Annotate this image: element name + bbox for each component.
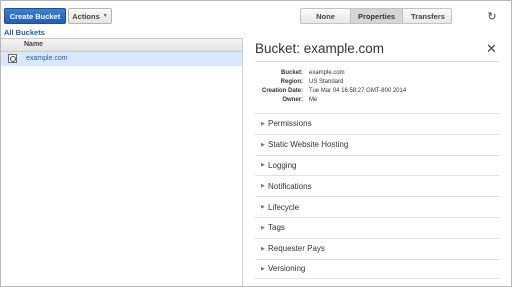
section-requester-pays[interactable]: ▶ Requester Pays — [255, 237, 499, 259]
property-row: Owner: Me — [243, 97, 511, 106]
refresh-icon[interactable]: ↻ — [485, 9, 499, 23]
section-label: Static Website Hosting — [268, 140, 349, 150]
divider — [255, 61, 499, 62]
table-row[interactable]: example.com — [1, 52, 242, 66]
actions-dropdown-button[interactable]: Actions ▼ — [68, 8, 112, 24]
chevron-right-icon: ▶ — [261, 120, 265, 127]
tab-properties[interactable]: Properties — [351, 9, 403, 23]
property-label: Owner: — [282, 97, 303, 103]
create-bucket-button[interactable]: Create Bucket — [4, 8, 66, 24]
section-permissions[interactable]: ▶ Permissions — [255, 113, 499, 134]
chevron-right-icon: ▶ — [261, 245, 265, 252]
chevron-right-icon: ▶ — [261, 224, 265, 231]
section-label: Permissions — [268, 119, 312, 129]
property-label: Creation Date: — [261, 88, 303, 94]
section-label: Requester Pays — [268, 244, 325, 254]
chevron-right-icon: ▶ — [261, 265, 265, 272]
section-lifecycle[interactable]: ▶ Lifecycle — [255, 196, 499, 217]
column-header-label: Name — [24, 41, 44, 48]
property-row: Creation Date: Tue Mar 04 16:58:27 GMT-8… — [243, 88, 511, 97]
chevron-right-icon: ▶ — [261, 141, 265, 148]
section-label: Versioning — [268, 264, 306, 274]
section-logging[interactable]: ▶ Logging — [255, 154, 499, 176]
actions-label: Actions — [72, 11, 100, 21]
bucket-name[interactable]: example.com — [26, 55, 68, 62]
property-row: Region: US Standard — [243, 79, 511, 88]
property-sections: ▶ Permissions ▶ Static Website Hosting ▶… — [255, 113, 499, 280]
property-label: Bucket: — [280, 70, 303, 76]
property-value: Me — [309, 97, 318, 103]
chevron-right-icon: ▶ — [261, 162, 265, 169]
section-tags[interactable]: ▶ Tags — [255, 216, 499, 238]
property-value: example.com — [309, 70, 345, 76]
properties-pane: Bucket: example.com ✕ Bucket: example.co… — [243, 38, 511, 286]
property-value: US Standard — [309, 79, 344, 85]
bucket-icon — [8, 54, 17, 63]
bucket-list-pane: Name example.com — [1, 38, 242, 286]
section-label: Notifications — [268, 181, 312, 191]
section-label: Lifecycle — [268, 202, 300, 212]
property-value: Tue Mar 04 16:58:27 GMT-800 2014 — [309, 88, 407, 94]
toolbar: Create Bucket Actions ▼ None Properties … — [1, 1, 511, 29]
close-icon[interactable]: ✕ — [486, 41, 497, 57]
bucket-properties: Bucket: example.com Region: US Standard … — [243, 70, 511, 106]
name-column-header[interactable]: Name — [1, 38, 242, 52]
chevron-right-icon: ▶ — [261, 183, 265, 190]
section-static-website-hosting[interactable]: ▶ Static Website Hosting — [255, 133, 499, 155]
section-versioning[interactable]: ▶ Versioning — [255, 258, 499, 280]
chevron-down-icon: ▼ — [102, 13, 108, 19]
property-label: Region: — [280, 79, 303, 85]
section-notifications[interactable]: ▶ Notifications — [255, 175, 499, 196]
view-toggle: None Properties Transfers — [300, 8, 452, 24]
property-row: Bucket: example.com — [243, 70, 511, 79]
section-label: Logging — [268, 160, 297, 170]
section-label: Tags — [268, 223, 285, 233]
app-window: Create Bucket Actions ▼ None Properties … — [0, 0, 512, 287]
page-title: Bucket: example.com — [255, 41, 385, 56]
chevron-right-icon: ▶ — [261, 204, 265, 211]
tab-none[interactable]: None — [301, 9, 351, 23]
all-buckets-link[interactable]: All Buckets — [4, 28, 45, 37]
tab-transfers[interactable]: Transfers — [403, 9, 451, 23]
